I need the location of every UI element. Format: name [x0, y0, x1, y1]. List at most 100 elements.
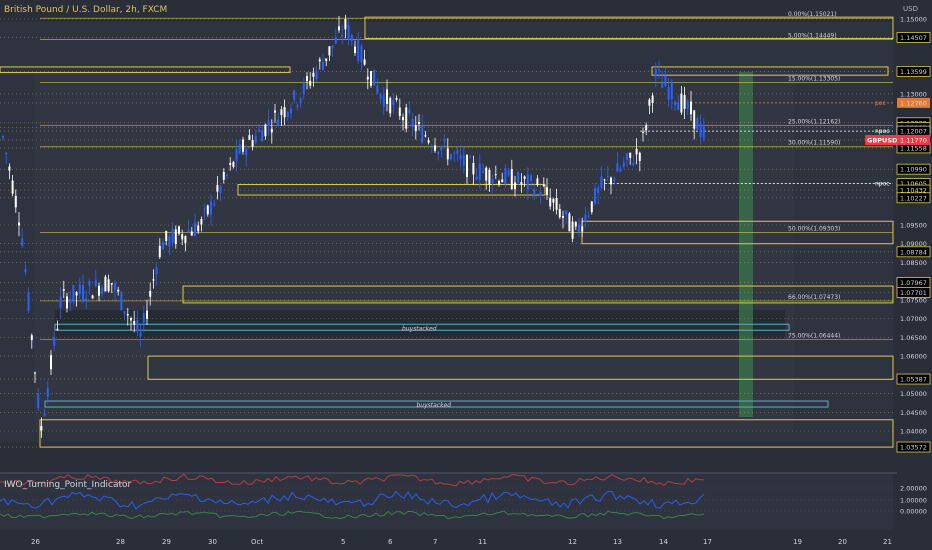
candle-body	[520, 182, 523, 185]
currency-label: USD	[903, 5, 918, 13]
candle-body	[238, 144, 241, 154]
candle-body	[581, 226, 584, 232]
candle-body	[670, 81, 673, 100]
candle-body	[219, 186, 222, 194]
candle-body	[334, 37, 337, 44]
candle-body	[226, 174, 228, 176]
candle-body	[146, 310, 148, 319]
candle-body	[126, 314, 129, 316]
candle-body	[59, 296, 62, 308]
candle-body	[686, 101, 689, 109]
candle-body	[94, 279, 97, 287]
candle-body	[306, 76, 308, 82]
fib-label: 5.00%(1.14449)	[788, 33, 837, 40]
candle-body	[606, 176, 609, 178]
fib-label: 66.00%(1.07473)	[788, 294, 840, 301]
candle-body	[142, 313, 145, 324]
candle-body	[459, 155, 462, 160]
candle-body	[264, 124, 267, 137]
price-tick: 1.12760	[900, 99, 927, 107]
price-tick: 1.05000	[900, 390, 927, 398]
candle-body	[187, 229, 190, 232]
candle-body	[309, 80, 312, 86]
candle-body	[107, 279, 110, 292]
candle-body	[642, 131, 644, 133]
candle-body	[539, 192, 542, 196]
candle-body	[629, 152, 632, 158]
candle-body	[168, 236, 171, 247]
candle-body	[350, 34, 353, 42]
candle-body	[405, 107, 408, 129]
price-axis	[897, 0, 932, 550]
candle-body	[254, 135, 257, 143]
candle-body	[507, 170, 510, 176]
candle-body	[299, 98, 302, 103]
candle-body	[501, 179, 504, 183]
price-chart[interactable]: 0.00%(1.15021) 5.00%(1.14449) 15.00%(1.133…	[0, 0, 932, 550]
candle-body	[376, 85, 379, 94]
candle-body	[8, 166, 11, 171]
candle-body	[645, 125, 648, 131]
candle-body	[411, 118, 414, 127]
candle-body	[69, 298, 72, 303]
candle-body	[194, 222, 196, 237]
candle-body	[635, 148, 638, 155]
price-tick: 1.06000	[900, 353, 927, 361]
candle-body	[491, 178, 494, 184]
candle-body	[494, 174, 497, 176]
candle-body	[488, 169, 491, 185]
candle-body	[43, 413, 46, 416]
candle-body	[658, 69, 660, 71]
candle-body	[245, 148, 248, 156]
candle-body	[178, 226, 180, 234]
price-tick: 1.07000	[900, 315, 927, 323]
time-tick: 19	[793, 538, 802, 546]
candle-body	[552, 198, 555, 203]
candle-body	[213, 203, 216, 206]
time-tick: 11	[478, 538, 487, 546]
candle-body	[424, 135, 427, 137]
candle-body	[693, 110, 696, 129]
candle-body	[440, 146, 443, 151]
candle-body	[267, 120, 270, 126]
candle-body	[421, 125, 424, 143]
price-tick: 1.13000	[900, 90, 927, 98]
candle-body	[190, 231, 193, 236]
candle-body	[446, 148, 449, 160]
candle-body	[510, 169, 513, 190]
candle-body	[619, 168, 622, 172]
candle-body	[197, 225, 200, 232]
time-tick: 29	[162, 538, 171, 546]
candle-body	[680, 93, 683, 113]
price-tick: 1.15000	[900, 16, 927, 24]
candle-body	[398, 107, 401, 117]
candle-body	[165, 230, 168, 241]
candle-body	[677, 102, 680, 110]
candle-body	[200, 219, 203, 225]
candle-body	[37, 393, 40, 409]
poc-label: npoc	[875, 128, 890, 135]
candle-body	[66, 296, 68, 309]
price-tick: 1.05387	[900, 376, 927, 384]
candle-body	[82, 285, 84, 301]
candle-body	[430, 146, 433, 148]
time-tick: 26	[31, 538, 40, 546]
candle-body	[613, 178, 616, 182]
candle-body	[40, 426, 43, 431]
fib-label: 30.00%(1.11590)	[788, 140, 840, 147]
candle-body	[229, 162, 232, 165]
candle-body	[555, 198, 558, 210]
candle-body	[171, 229, 174, 243]
candle-body	[325, 58, 328, 62]
candle-body	[290, 108, 292, 114]
price-tick: 1.14507	[900, 34, 927, 42]
price-tick: 1.08784	[900, 248, 927, 256]
candle-body	[651, 95, 654, 103]
candle-body	[616, 163, 619, 172]
candle-body	[462, 155, 465, 166]
candle-body	[485, 167, 488, 181]
candle-body	[34, 372, 36, 374]
time-tick: 28	[116, 538, 125, 546]
fib-label: 25.00%(1.12162)	[788, 118, 840, 125]
candle-body	[450, 154, 452, 160]
